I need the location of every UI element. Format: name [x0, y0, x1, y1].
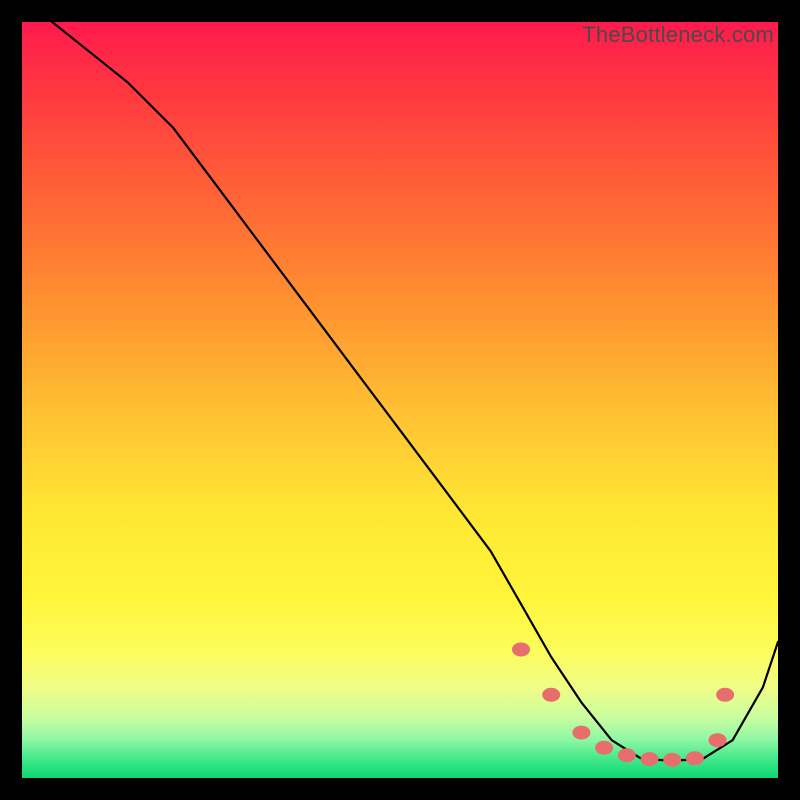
optimal-marker [663, 753, 681, 767]
optimal-marker [512, 643, 530, 657]
plot-area: TheBottleneck.com [22, 22, 778, 778]
optimal-marker [618, 748, 636, 762]
optimal-marker [542, 688, 560, 702]
optimal-marker [716, 688, 734, 702]
chart-svg [22, 22, 778, 778]
optimal-marker [686, 751, 704, 765]
chart-frame: TheBottleneck.com [0, 0, 800, 800]
bottleneck-curve [52, 22, 778, 761]
optimal-marker [572, 726, 590, 740]
optimal-marker [641, 752, 659, 766]
optimal-marker [595, 741, 613, 755]
optimal-marker [709, 733, 727, 747]
